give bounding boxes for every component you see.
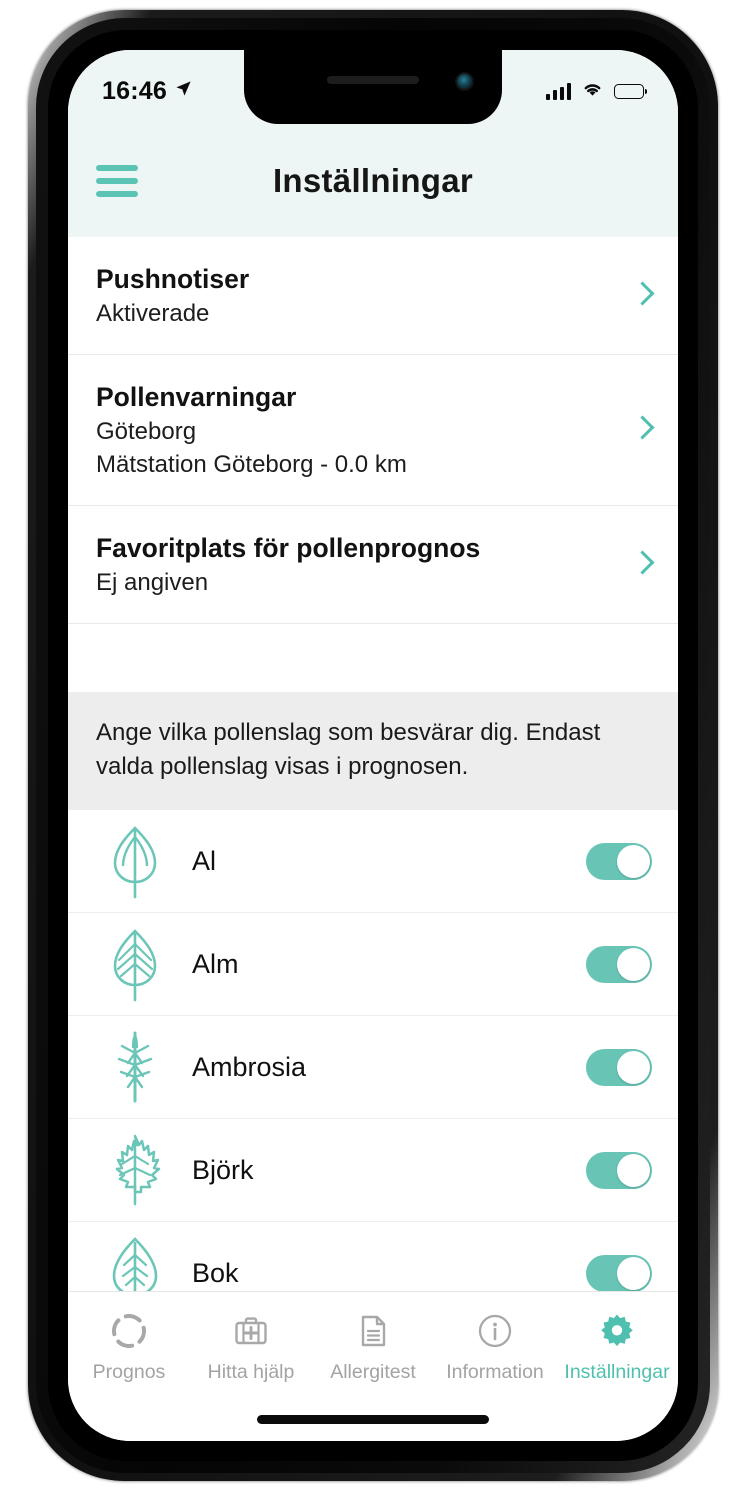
tab-label: Allergitest [330,1361,416,1383]
chevron-right-icon [633,281,650,311]
leaf-pointed-icon [96,1235,174,1291]
phone-screen: 16:46 Inställningar Pushnotiser Aktivera… [68,50,678,1441]
pollen-label: Alm [192,948,239,979]
page-title: Inställningar [272,161,474,199]
tab-prognos[interactable]: Prognos [68,1310,190,1384]
info-banner-text: Ange vilka pollenslag som besvärar dig. … [96,719,601,781]
leaf-veined-icon [96,926,174,1002]
tab-label: Information [446,1361,544,1383]
tab-allergitest[interactable]: Allergitest [312,1310,434,1384]
settings-row-station: Mätstation Göteborg - 0.0 km [96,451,407,479]
home-indicator[interactable] [257,1415,489,1424]
chevron-right-icon [633,415,650,445]
document-icon [353,1310,393,1352]
screen-bezel: 16:46 Inställningar Pushnotiser Aktivera… [48,30,698,1461]
pollen-toggle-bjork[interactable] [586,1151,652,1189]
medical-bag-icon [231,1310,271,1352]
gear-icon [597,1310,637,1352]
pollen-label: Ambrosia [192,1051,307,1082]
settings-row-pushnotiser[interactable]: Pushnotiser Aktiverade [68,237,678,356]
pollen-toggle-alm[interactable] [586,945,652,983]
settings-row-title: Pollenvarningar [96,382,297,413]
status-clock: 16:46 [102,76,167,105]
list-spacer [68,624,678,693]
location-arrow-icon [174,79,193,103]
app-header: Inställningar [68,124,678,237]
tab-label: Prognos [92,1361,166,1383]
settings-row-title: Pushnotiser [96,264,250,294]
tab-installningar[interactable]: Inställningar [556,1310,678,1384]
pollen-label: Al [192,845,217,876]
tab-information[interactable]: Information [434,1310,556,1384]
speaker-grille [327,76,419,84]
settings-row-subtitle: Aktiverade [96,299,210,327]
pollen-toggle-bok[interactable] [586,1254,652,1291]
phone-body: 16:46 Inställningar Pushnotiser Aktivera… [36,18,710,1473]
pollen-row-al[interactable]: Al [68,810,678,914]
phone-frame: 16:46 Inställningar Pushnotiser Aktivera… [28,10,718,1481]
settings-row-title: Favoritplats för pollenprognos [96,533,481,564]
front-camera-icon [457,74,472,89]
status-bar-left: 16:46 [102,69,193,106]
pollen-label: Bok [192,1257,239,1288]
dashed-circle-icon [109,1310,149,1352]
battery-icon [614,83,648,99]
leaf-smooth-icon [96,823,174,899]
settings-row-subtitle: Ej angiven [96,569,209,597]
leaf-serrated-icon [96,1132,174,1208]
settings-row-favoritplats[interactable]: Favoritplats för pollenprognos Ej angive… [68,506,678,625]
settings-scroll-content[interactable]: Pushnotiser Aktiverade Pollenvarningar G… [68,237,678,1291]
tab-hitta-hjalp[interactable]: Hitta hjälp [190,1310,312,1384]
ragweed-plant-icon [96,1029,174,1105]
status-bar-right [545,72,648,102]
hamburger-menu-icon[interactable] [96,164,138,197]
chevron-right-icon [633,550,650,580]
settings-row-pollenvarningar[interactable]: Pollenvarningar Göteborg Mätstation Göte… [68,355,678,507]
pollen-row-ambrosia[interactable]: Ambrosia [68,1016,678,1120]
pollen-row-alm[interactable]: Alm [68,913,678,1017]
settings-row-subtitle: Göteborg [96,417,197,445]
pollen-row-bok[interactable]: Bok [68,1222,678,1291]
info-banner: Ange vilka pollenslag som besvärar dig. … [68,692,678,811]
wifi-icon [581,80,604,102]
tab-label: Inställningar [564,1361,670,1383]
pollen-toggle-al[interactable] [586,842,652,880]
cellular-signal-icon [545,82,571,100]
display-notch [244,50,502,124]
pollen-label: Björk [192,1154,254,1185]
pollen-toggle-ambrosia[interactable] [586,1048,652,1086]
tab-label: Hitta hjälp [207,1361,295,1383]
info-circle-icon [475,1310,515,1352]
pollen-row-bjork[interactable]: Björk [68,1119,678,1223]
